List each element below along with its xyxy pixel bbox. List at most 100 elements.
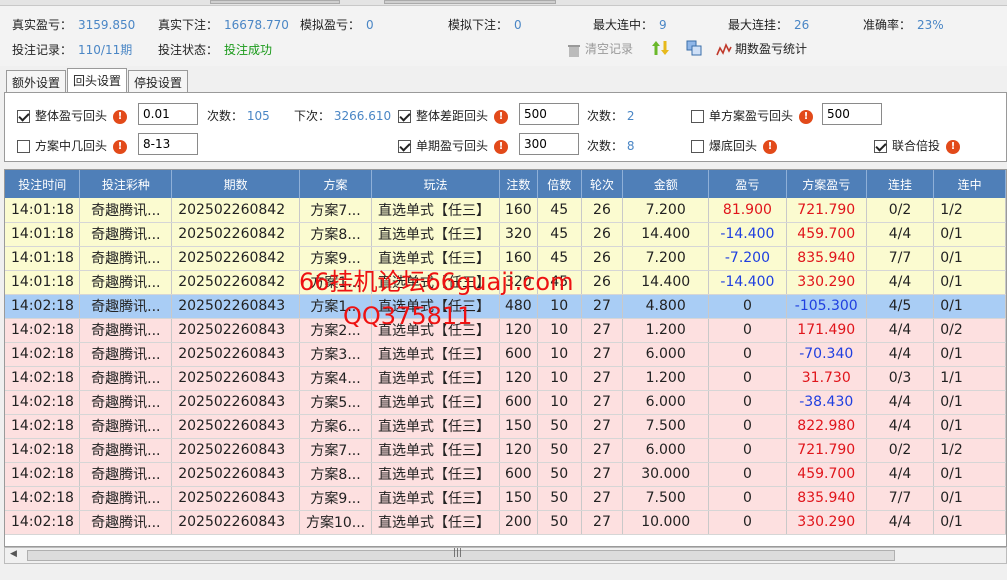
table-cell: 480 — [499, 294, 538, 319]
bust-return-checkbox[interactable]: 爆底回头! — [691, 137, 778, 154]
column-header[interactable]: 倍数 — [537, 170, 582, 198]
table-cell: 直选单式【任三】 — [371, 414, 500, 439]
table-cell: 0/1 — [933, 486, 1006, 511]
column-header[interactable]: 投注时间 — [5, 170, 81, 198]
table-cell: 4/4 — [866, 270, 935, 295]
column-header[interactable]: 方案 — [299, 170, 372, 198]
table-row[interactable]: 14:01:18 奇趣腾讯... 202502260842 方案7... 直选单式【任三… — [5, 198, 1006, 223]
overall-gap-input[interactable] — [519, 103, 579, 125]
table-cell: 方案7... — [299, 198, 372, 223]
column-header[interactable]: 连中 — [933, 170, 1006, 198]
table-row[interactable]: 14:01:18 奇趣腾讯... 202502260842 方案1... 直选单式【任三… — [5, 270, 1006, 295]
accuracy: 准确率： 23% — [863, 18, 944, 32]
table-cell: 14:02:18 — [5, 294, 81, 319]
table-cell: 120 — [499, 366, 538, 391]
table-row[interactable]: 14:01:18 奇趣腾讯... 202502260842 方案9... 直选单式【任三… — [5, 246, 1006, 271]
checkbox-checked[interactable] — [874, 140, 887, 153]
copy-button[interactable] — [686, 40, 705, 56]
table-cell: -38.430 — [786, 390, 867, 415]
overall-profit-return-checkbox[interactable]: 整体盈亏回头! — [17, 107, 128, 124]
table-cell: 202502260843 — [171, 390, 301, 415]
table-row[interactable]: 14:02:18 奇趣腾讯... 202502260843 方案1... 直选单式【任三… — [5, 294, 1006, 319]
combined-multiply-checkbox[interactable]: 联合倍投! — [874, 137, 961, 154]
table-cell: 202502260843 — [171, 294, 301, 319]
table-cell: 45 — [537, 246, 582, 271]
single-plan-profit-return-checkbox[interactable]: 单方案盈亏回头! — [691, 107, 814, 124]
table-cell: 0 — [708, 318, 787, 343]
overall-profit-input[interactable] — [138, 103, 198, 125]
table-cell: 202502260843 — [171, 486, 301, 511]
table-cell: 320 — [499, 270, 538, 295]
column-header[interactable]: 盈亏 — [708, 170, 787, 198]
table-cell: 0/2 — [866, 438, 935, 463]
single-period-input[interactable] — [519, 133, 579, 155]
overall-gap-return-checkbox[interactable]: 整体差距回头! — [398, 107, 509, 124]
table-cell: 202502260843 — [171, 438, 301, 463]
stats-panel: 真实盈亏： 3159.850 真实下注： 16678.770 模拟盈亏： 0 模拟下注… — [0, 6, 1007, 66]
table-cell: 7.500 — [622, 414, 710, 439]
table-cell: 202502260842 — [171, 198, 301, 223]
horizontal-scrollbar[interactable]: ◀ ||| — [4, 547, 1007, 564]
table-cell: 直选单式【任三】 — [371, 270, 500, 295]
checkbox-unchecked[interactable] — [691, 110, 704, 123]
plan-hits-input[interactable] — [138, 133, 198, 155]
table-cell: 方案9... — [299, 246, 372, 271]
period-stats-button[interactable]: 期数盈亏统计 — [716, 40, 807, 58]
single-period-return-checkbox[interactable]: 单期盈亏回头! — [398, 137, 509, 154]
table-cell: 600 — [499, 462, 538, 487]
table-cell: 27 — [581, 390, 624, 415]
table-cell: 7/7 — [866, 486, 935, 511]
table-row[interactable]: 14:01:18 奇趣腾讯... 202502260842 方案8... 直选单式【任三… — [5, 222, 1006, 247]
bet-record: 投注记录： 110/11期 — [12, 43, 133, 57]
column-header[interactable]: 连挂 — [866, 170, 935, 198]
table-cell: 27 — [581, 414, 624, 439]
table-cell: 6.000 — [622, 438, 710, 463]
table-cell: 14.400 — [622, 222, 710, 247]
checkbox-unchecked[interactable] — [17, 140, 30, 153]
column-header[interactable]: 玩法 — [371, 170, 500, 198]
table-cell: 202502260842 — [171, 246, 301, 271]
single-plan-profit-input[interactable] — [822, 103, 882, 125]
table-row[interactable]: 14:02:18 奇趣腾讯... 202502260843 方案4... 直选单式【任三… — [5, 366, 1006, 391]
column-header[interactable]: 注数 — [499, 170, 538, 198]
column-header[interactable]: 金额 — [622, 170, 710, 198]
tab-extra-settings[interactable]: 额外设置 — [6, 70, 67, 92]
column-header[interactable]: 轮次 — [581, 170, 624, 198]
column-header[interactable]: 投注彩种 — [79, 170, 173, 198]
table-cell: 202502260842 — [171, 222, 301, 247]
table-cell: 0/1 — [933, 342, 1006, 367]
table-row[interactable]: 14:02:18 奇趣腾讯... 202502260843 方案6... 直选单式【任三… — [5, 414, 1006, 439]
table-cell: 27 — [581, 366, 624, 391]
table-row[interactable]: 14:02:18 奇趣腾讯... 202502260843 方案5... 直选单式【任三… — [5, 390, 1006, 415]
checkbox-unchecked[interactable] — [691, 140, 704, 153]
tab-stop-settings[interactable]: 停投设置 — [128, 70, 189, 92]
table-row[interactable]: 14:02:18 奇趣腾讯... 202502260843 方案2... 直选单式【任三… — [5, 318, 1006, 343]
table-row[interactable]: 14:02:18 奇趣腾讯... 202502260843 方案3... 直选单式【任三… — [5, 342, 1006, 367]
table-cell: 0/1 — [933, 462, 1006, 487]
times-label-3: 次数： 8 — [587, 139, 635, 153]
table-row[interactable]: 14:02:18 奇趣腾讯... 202502260843 方案9... 直选单式【任三… — [5, 486, 1006, 511]
table-row[interactable]: 14:02:18 奇趣腾讯... 202502260843 方案10... 直选单式【任… — [5, 510, 1006, 535]
clear-records-button[interactable]: 清空记录 — [566, 40, 633, 58]
column-header[interactable]: 期数 — [171, 170, 301, 198]
table-cell: 方案8... — [299, 462, 372, 487]
table-cell: 50 — [537, 414, 582, 439]
table-row[interactable]: 14:02:18 奇趣腾讯... 202502260843 方案8... 直选单式【任三… — [5, 462, 1006, 487]
plan-hits-return-checkbox[interactable]: 方案中几回头! — [17, 137, 128, 154]
table-cell: 0/1 — [933, 270, 1006, 295]
checkbox-checked[interactable] — [398, 110, 411, 123]
checkbox-checked[interactable] — [17, 110, 30, 123]
sort-toggle-button[interactable] — [652, 40, 671, 56]
top-tab-2[interactable] — [384, 0, 556, 4]
tab-return-settings[interactable]: 回头设置 — [67, 68, 128, 92]
table-cell: 方案7... — [299, 438, 372, 463]
table-cell: 1/2 — [933, 438, 1006, 463]
table-row[interactable]: 14:02:18 奇趣腾讯... 202502260843 方案7... 直选单式【任三… — [5, 438, 1006, 463]
table-cell: 4/5 — [866, 294, 935, 319]
checkbox-checked[interactable] — [398, 140, 411, 153]
column-header[interactable]: 方案盈亏 — [786, 170, 867, 198]
scroll-left-icon[interactable]: ◀ — [10, 549, 17, 559]
table-cell: 0/1 — [933, 390, 1006, 415]
table-cell: 459.700 — [786, 222, 867, 247]
top-tab-1[interactable] — [210, 0, 340, 4]
